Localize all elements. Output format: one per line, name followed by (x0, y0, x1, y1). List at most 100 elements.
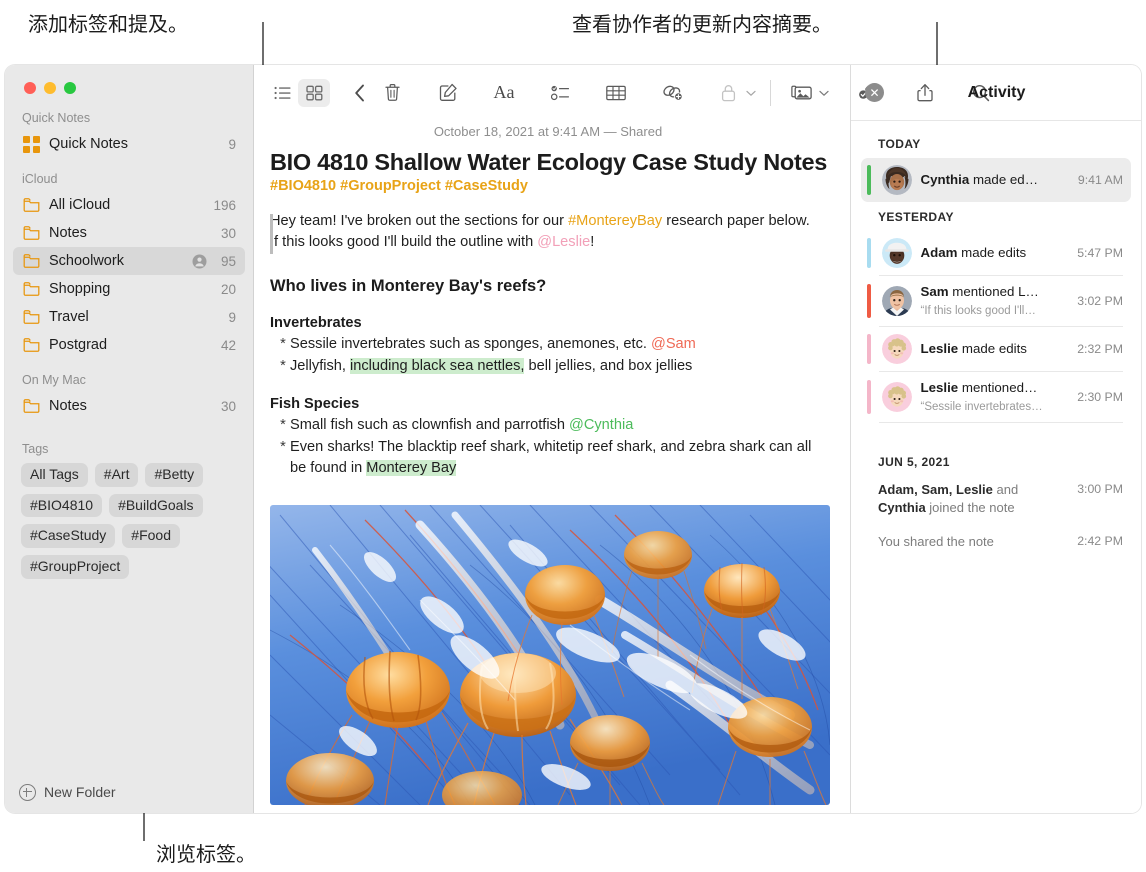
note-bullet-item: * Even sharks! The blacktip reef shark, … (268, 436, 828, 479)
mention-leslie[interactable]: @Leslie (537, 234, 590, 250)
activity-pane: ✕ Activity TODAY Cynthia made ed… 9:41 A… (850, 65, 1141, 813)
lock-icon[interactable] (712, 79, 744, 107)
minimize-window-button[interactable] (44, 82, 56, 94)
activity-time: 3:00 PM (1077, 482, 1123, 496)
sidebar-item-label: Schoolwork (49, 253, 124, 269)
bullet-marker: * (280, 416, 286, 433)
window-controls (5, 65, 253, 99)
sidebar-item-quick-notes[interactable]: Quick Notes 9 (13, 130, 245, 158)
sidebar-item-notes-local[interactable]: Notes 30 (13, 392, 245, 420)
activity-time: 2:32 PM (1077, 342, 1123, 356)
edit-marker-bar (270, 214, 273, 255)
sidebar-item-notes-icloud[interactable]: Notes 30 (13, 219, 245, 247)
activity-joined-tail: joined the note (925, 499, 1015, 515)
shared-person-icon (192, 254, 207, 269)
media-chevron-down-icon[interactable] (819, 84, 829, 102)
sidebar-item-label: All iCloud (49, 197, 111, 213)
note-bullet-item: * Sessile invertebrates such as sponges,… (268, 333, 828, 355)
activity-joined-conj: and (992, 482, 1019, 497)
activity-shared-text: You shared the note (878, 534, 994, 550)
activity-color-bar (867, 284, 871, 318)
sidebar-item-schoolwork[interactable]: Schoolwork 95 (13, 247, 245, 275)
activity-quote: “If this looks good I'll… (920, 305, 1036, 317)
activity-row-adam-edits[interactable]: Adam made edits 5:47 PM (861, 231, 1131, 275)
activity-time: 3:02 PM (1077, 294, 1123, 308)
close-window-button[interactable] (24, 82, 36, 94)
sidebar-item-count: 30 (220, 398, 236, 414)
gallery-view-icon[interactable] (298, 78, 330, 107)
tag-chip-casestudy[interactable]: #CaseStudy (21, 524, 116, 549)
trash-icon[interactable] (376, 79, 408, 107)
activity-joined-names: Adam, Sam, Leslie (878, 482, 993, 497)
note-date: October 18, 2021 at 9:41 AM — Shared (433, 124, 663, 139)
sidebar-item-travel[interactable]: Travel 9 (13, 303, 245, 331)
activity-person-name: Leslie (920, 341, 959, 356)
activity-day-header: TODAY (878, 137, 921, 151)
note-subheading-fish-species: Fish Species (270, 395, 360, 412)
sidebar-item-all-icloud[interactable]: All iCloud 196 (13, 191, 245, 219)
bullet-marker: * (280, 439, 286, 456)
intro-text-part1: Hey team! I've broken out the sections f… (270, 213, 569, 230)
activity-time: 9:41 AM (1077, 173, 1123, 187)
jellyfish-photo[interactable] (270, 505, 830, 806)
sidebar-item-shopping[interactable]: Shopping 20 (13, 275, 245, 303)
sidebar-item-count: 30 (220, 225, 236, 241)
activity-row-leslie-mention[interactable]: Leslie mentioned… “Sessile invertebrates… (861, 372, 1131, 422)
avatar-leslie (881, 334, 912, 364)
back-chevron-icon[interactable] (344, 79, 376, 107)
tag-chip-betty[interactable]: #Betty (145, 463, 204, 487)
sidebar-item-label: Quick Notes (49, 136, 128, 152)
lock-chevron-down-icon[interactable] (746, 84, 756, 102)
activity-color-bar (867, 238, 871, 268)
new-folder-button[interactable]: New Folder (5, 771, 253, 813)
sidebar-section-title-onmymac: On My Mac (22, 373, 86, 387)
quicknotes-grid-icon (22, 135, 40, 153)
tag-chip-groupproject[interactable]: #GroupProject (21, 555, 130, 579)
activity-time: 2:30 PM (1077, 390, 1123, 404)
sidebar-item-count: 20 (220, 281, 236, 297)
sidebar-item-count: 9 (228, 309, 236, 325)
callout-label-bottom: 浏览标签。 (156, 842, 256, 866)
table-icon[interactable] (600, 79, 632, 107)
tag-chip-art[interactable]: #Art (94, 463, 139, 487)
checklist-icon[interactable] (544, 79, 576, 107)
note-content-area[interactable]: October 18, 2021 at 9:41 AM — Shared BIO… (254, 120, 850, 813)
activity-action: made edits (958, 341, 1027, 356)
sidebar-item-label: Notes (49, 398, 87, 414)
folder-icon (22, 196, 40, 214)
format-text-button[interactable]: Aa (488, 79, 520, 107)
note-pane: Aa October 18, 2021 at 9:41 AM — Shared … (254, 65, 990, 813)
add-link-icon[interactable] (656, 79, 688, 107)
activity-time: 2:42 PM (1077, 534, 1123, 549)
mention-cynthia[interactable]: @Cynthia (569, 417, 633, 433)
maximize-window-button[interactable] (64, 82, 76, 94)
bullet-text-segment: bell jellies, and box jellies (524, 357, 693, 374)
tag-chip-buildgoals[interactable]: #BuildGoals (109, 493, 203, 518)
compose-icon[interactable] (432, 79, 464, 107)
media-icon[interactable] (785, 79, 817, 107)
sidebar: Quick Notes Quick Notes 9 iCloud All iCl… (5, 65, 254, 813)
activity-time: 5:47 PM (1077, 246, 1123, 260)
activity-row-leslie-edits[interactable]: Leslie made edits 2:32 PM (861, 327, 1131, 371)
sidebar-section-title-icloud: iCloud (22, 172, 58, 186)
activity-joined-names2: Cynthia (878, 499, 926, 515)
bullet-text-segment: Sessile invertebrates such as sponges, a… (290, 335, 651, 352)
sidebar-item-postgrad[interactable]: Postgrad 42 (13, 331, 245, 359)
folder-icon (22, 280, 40, 298)
activity-action: mentioned… (958, 380, 1038, 395)
avatar-leslie (881, 382, 912, 412)
note-title: BIO 4810 Shallow Water Ecology Case Stud… (270, 149, 828, 175)
activity-row-sam-mention[interactable]: Sam mentioned L… “If this looks good I'l… (861, 276, 1131, 326)
sidebar-item-count: 196 (213, 197, 236, 213)
tag-chip-food[interactable]: #Food (122, 524, 180, 549)
activity-row-cynthia-edits[interactable]: Cynthia made ed… 9:41 AM (861, 158, 1131, 202)
close-icon[interactable]: ✕ (865, 83, 884, 102)
list-view-icon[interactable] (266, 79, 298, 107)
sidebar-section-title-tags: Tags (22, 442, 49, 456)
hashtag-montereybay[interactable]: #MontereyBay (568, 213, 662, 229)
tag-chip-all-tags[interactable]: All Tags (21, 463, 88, 487)
plus-circle-icon (19, 783, 36, 801)
tag-chip-bio4810[interactable]: #BIO4810 (21, 493, 103, 518)
mention-sam[interactable]: @Sam (651, 336, 696, 352)
edit-highlight: including black sea nettles, (350, 357, 525, 374)
